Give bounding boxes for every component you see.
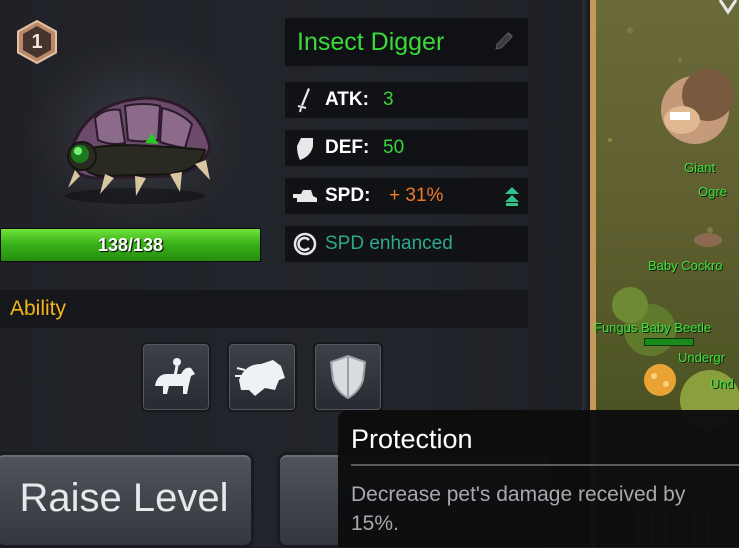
ability-title: Ability — [10, 297, 67, 320]
hp-text: 138/138 — [97, 235, 164, 255]
stat-row-def: DEF: 50 — [285, 130, 528, 166]
map-label-underground-1: Undergr — [678, 350, 725, 365]
ability-header: Ability — [0, 290, 528, 328]
def-value: 50 — [383, 137, 405, 158]
raise-level-button[interactable]: Raise Level — [0, 452, 254, 548]
pet-name: Insect Digger — [297, 28, 445, 56]
spd-enhanced-text: SPD enhanced — [325, 233, 453, 254]
ability-slot-beast[interactable] — [227, 342, 297, 412]
double-up-arrow-icon — [505, 187, 519, 206]
sword-icon — [297, 88, 310, 113]
tooltip-description: Decrease pet's damage received by 15%. — [351, 483, 686, 535]
spd-label: SPD: — [325, 185, 371, 206]
raise-level-label: Raise Level — [19, 476, 229, 520]
tooltip-divider — [351, 464, 739, 466]
insect-digger-image — [65, 96, 212, 204]
beast-dash-icon — [235, 360, 285, 396]
shield-icon — [297, 138, 313, 160]
mount-rider-icon — [155, 358, 195, 394]
spd-value: + 31% — [389, 185, 444, 206]
pet-name-box: Insect Digger — [285, 18, 528, 66]
pet-level: 1 — [31, 31, 43, 53]
atk-value: 3 — [383, 89, 394, 110]
map-label-cockroach: Baby Cockro — [648, 258, 723, 273]
map-label-giant: Giant — [684, 160, 716, 175]
hp-bar: 138/138 — [0, 228, 261, 262]
tooltip-title: Protection — [351, 424, 473, 454]
enhance-icon — [293, 232, 317, 256]
beetle-hp-bar — [644, 338, 694, 346]
map-label-underground-2: Und — [710, 376, 734, 391]
ability-slot-mount[interactable] — [141, 342, 211, 412]
ability-tooltip: Protection Decrease pet's damage receive… — [338, 410, 739, 547]
stat-row-spd: SPD: + 31% — [285, 178, 528, 214]
stat-row-enhanced: SPD enhanced — [285, 226, 528, 262]
protection-shield-icon — [329, 354, 367, 400]
pencil-edit-icon[interactable] — [492, 29, 516, 53]
def-label: DEF: — [325, 137, 370, 158]
stat-row-atk: ATK: 3 — [285, 82, 528, 118]
atk-label: ATK: — [325, 89, 369, 110]
map-label-beetle: Fungus Baby Beetle — [594, 320, 712, 335]
ability-slot-protection[interactable] — [313, 342, 383, 412]
map-label-ogre: Ogre — [698, 184, 727, 199]
boot-icon — [293, 190, 317, 202]
